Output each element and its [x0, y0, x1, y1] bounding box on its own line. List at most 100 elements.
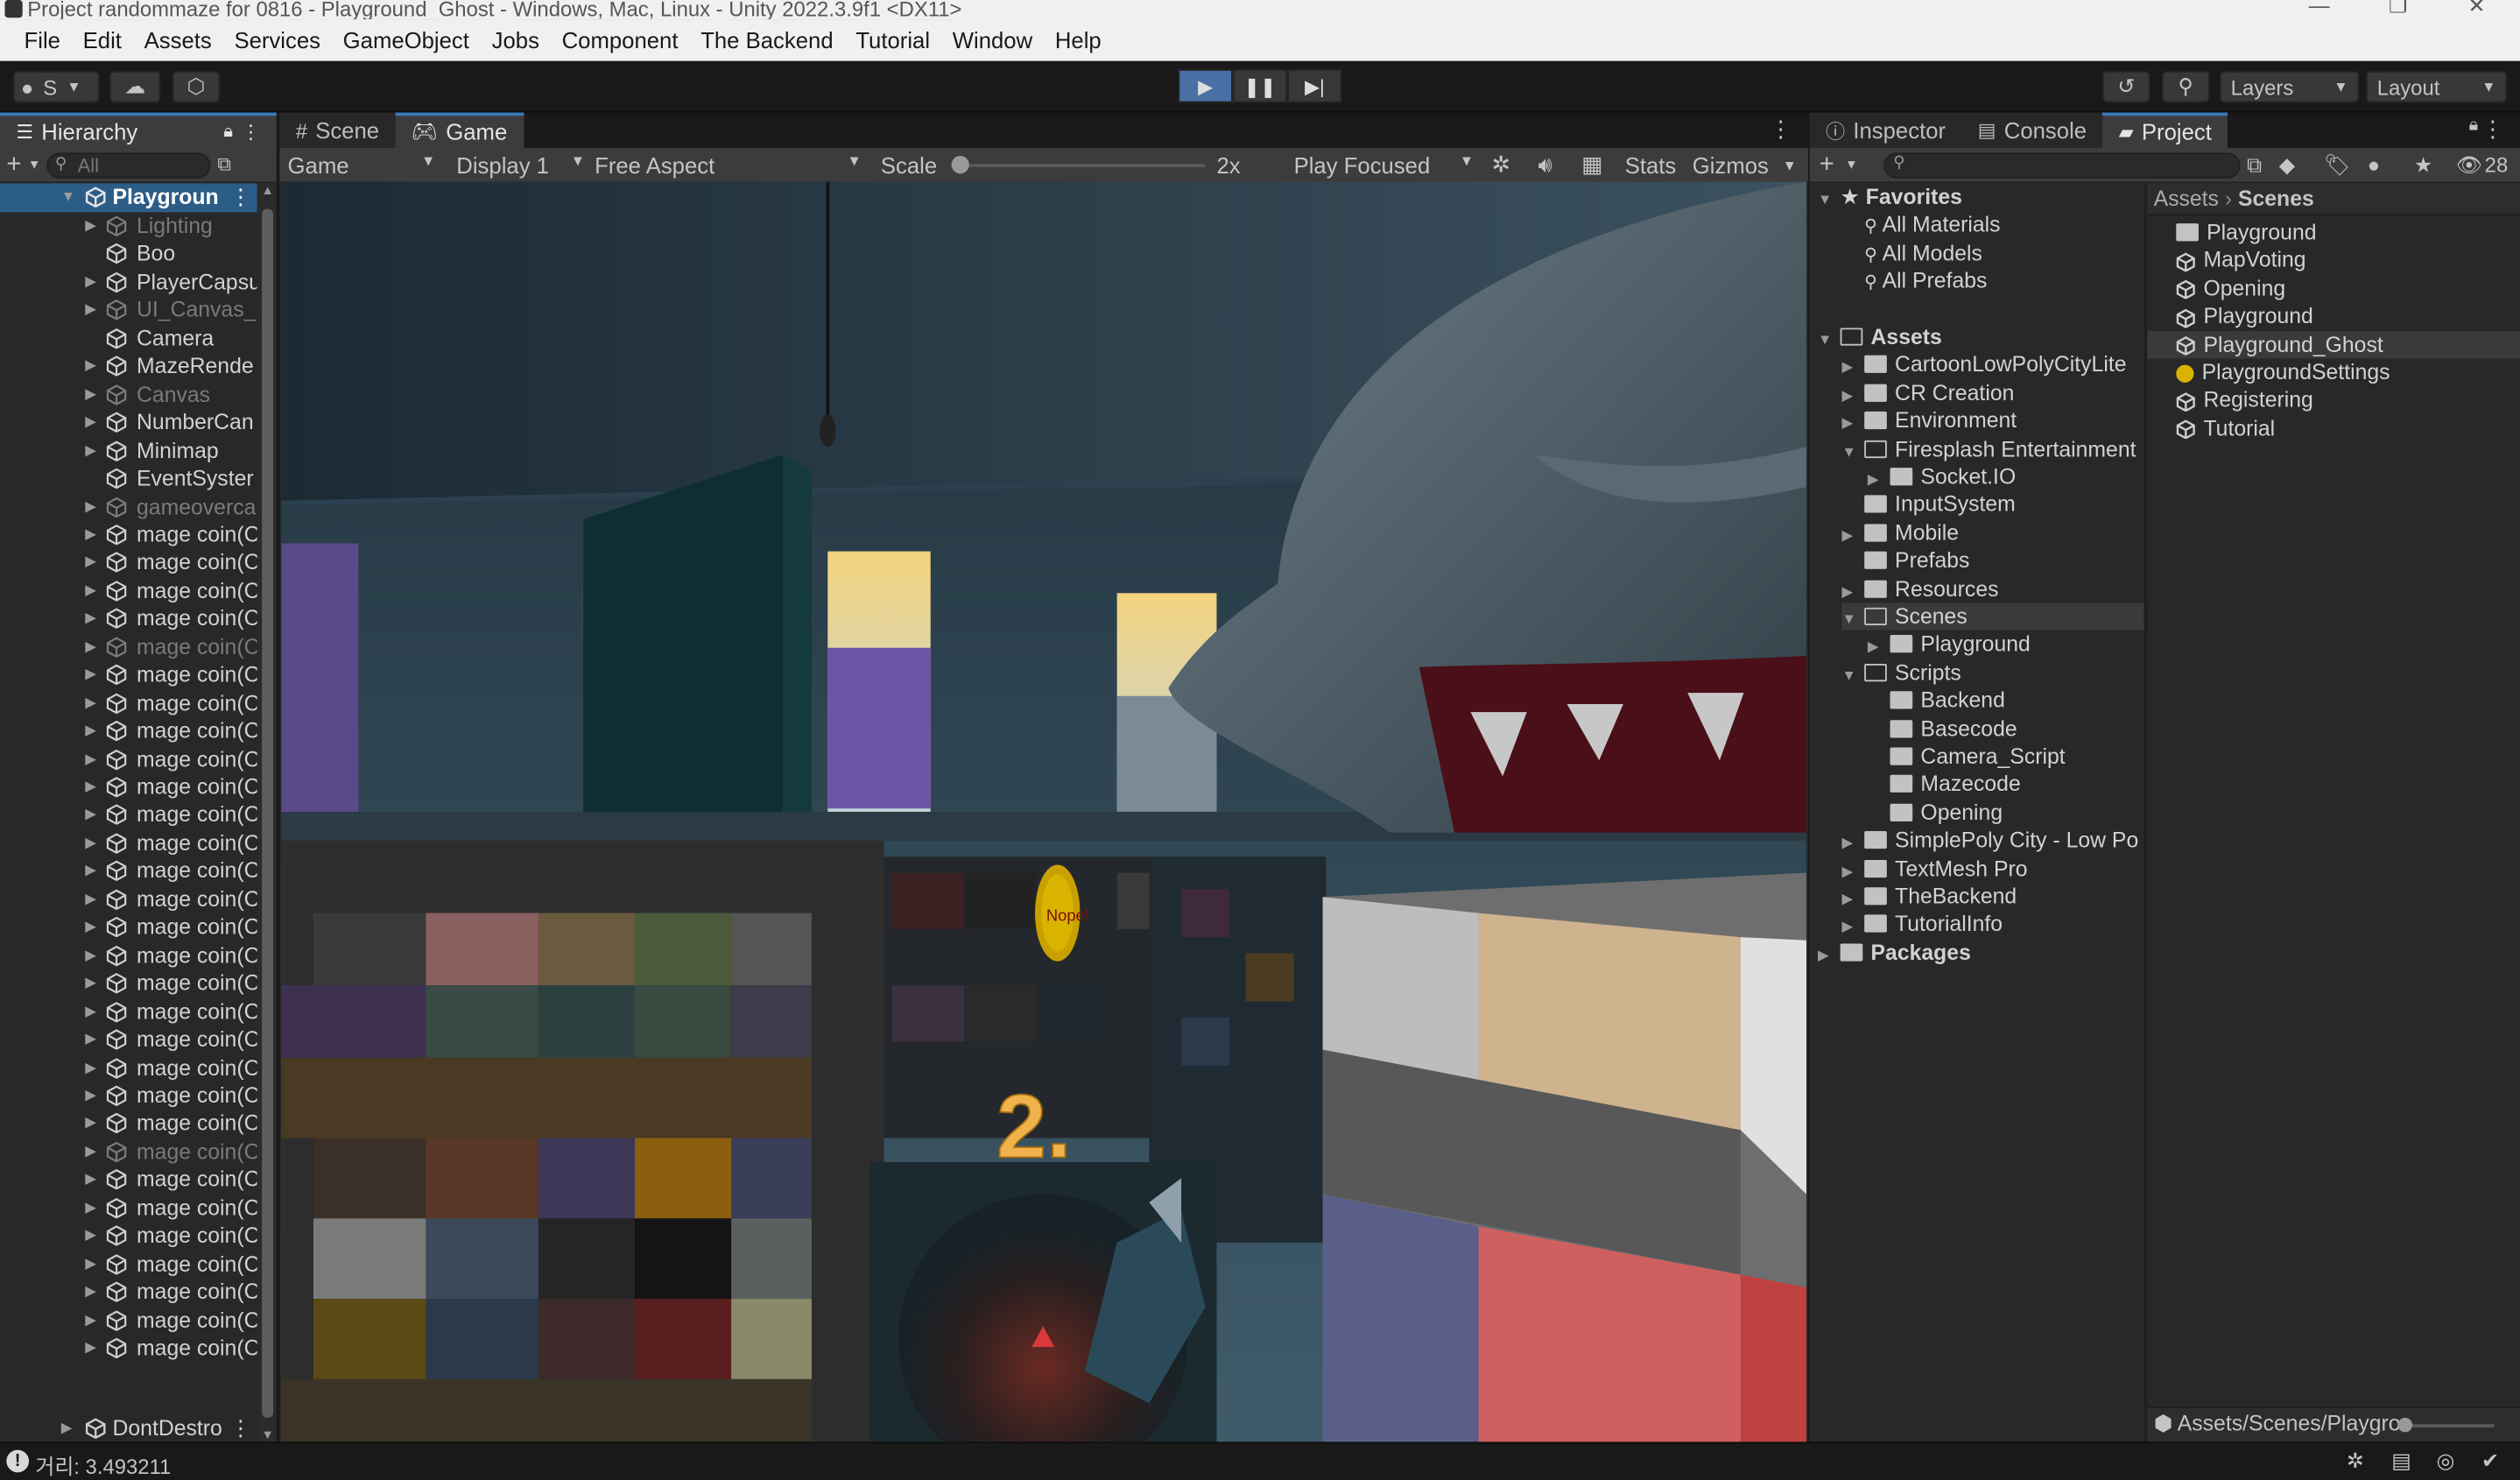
chevron-right-icon[interactable]: ▶ [85, 605, 96, 632]
hierarchy-item[interactable]: ▶ mage coin(C [0, 1222, 257, 1250]
more-options-icon[interactable]: ⋮ [1770, 116, 1792, 143]
hierarchy-item[interactable]: ▶ mage coin(C [0, 1334, 257, 1362]
hierarchy-item[interactable]: ▶ mage coin(C [0, 913, 257, 941]
scale-slider[interactable] [951, 156, 1206, 174]
favorites-header[interactable]: ▼ ★ Favorites [1818, 183, 1962, 211]
project-file-item[interactable]: Playground [2147, 219, 2520, 247]
hierarchy-item[interactable]: ▶ Lighting [0, 212, 257, 240]
hierarchy-item[interactable]: ▶ mage coin(C [0, 1054, 257, 1082]
hierarchy-item[interactable]: ▶ Minimap [0, 437, 257, 465]
bug-icon[interactable]: ✲ [1491, 152, 1510, 179]
menu-services[interactable]: Services [223, 27, 332, 53]
favorite-item[interactable]: ⚲ All Prefabs [1864, 267, 1987, 295]
chevron-right-icon[interactable]: ▶ [85, 1025, 96, 1053]
hierarchy-search-input[interactable]: ⚲ All [46, 152, 211, 178]
project-tree-item[interactable]: ▶ TutorialInfo [1841, 911, 2003, 939]
lock-icon[interactable]: 🔒︎ [2469, 116, 2479, 137]
hierarchy-item[interactable]: Camera [0, 324, 257, 352]
hierarchy-item[interactable]: ▶ mage coin(C [0, 1025, 257, 1054]
lock-icon[interactable]: 🔒︎ [223, 122, 233, 143]
filter-type-icon[interactable]: ◆ [2279, 152, 2295, 177]
chevron-right-icon[interactable]: ▶ [85, 521, 96, 548]
project-tree-item[interactable]: ▼ Firesplash Entertainment [1841, 435, 2136, 463]
scroll-down-icon[interactable]: ▼ [259, 1427, 277, 1442]
project-tree-item[interactable]: ▼ Scripts [1841, 659, 1960, 687]
star-icon[interactable]: ★ [2414, 152, 2432, 177]
chevron-right-icon[interactable]: ▶ [85, 493, 96, 520]
tab-scene[interactable]: # Scene [279, 112, 396, 148]
scene-visibility-icon[interactable]: ⧉ [217, 152, 231, 177]
gizmos-button[interactable]: Gizmos [1693, 152, 1769, 177]
chevron-right-icon[interactable]: ▶ [85, 1250, 96, 1277]
project-tree-item[interactable]: ▶ CR Creation [1841, 379, 2014, 407]
chevron-down-icon[interactable]: ▼ [28, 158, 41, 173]
search-button[interactable]: ⚲ [2161, 70, 2210, 103]
chevron-right-icon[interactable]: ▶ [85, 212, 96, 239]
menu-tutorial[interactable]: Tutorial [844, 27, 940, 53]
chevron-right-icon[interactable]: ▶ [85, 1306, 96, 1333]
more-options-icon[interactable]: ⋮ [229, 183, 251, 210]
aspect-dropdown[interactable]: Free Aspect ▼ [595, 152, 862, 177]
project-tree-item[interactable]: ▶ Playground [1868, 631, 2031, 659]
hierarchy-item[interactable]: ▶ mage coin(C [0, 1166, 257, 1194]
scrollbar-thumb[interactable] [262, 208, 274, 1418]
icon-size-slider[interactable] [2397, 1417, 2495, 1433]
chevron-down-icon[interactable]: ▼ [1845, 158, 1858, 173]
hierarchy-item[interactable]: ▶ mage coin(C [0, 745, 257, 773]
project-tree-item[interactable]: ▶ SimplePoly City - Low Po [1841, 827, 2138, 855]
chevron-down-icon[interactable]: ▼ [1841, 606, 1864, 633]
scale-slider-handle[interactable] [951, 156, 969, 174]
project-file-item[interactable]: Registering [2147, 386, 2520, 414]
chevron-right-icon[interactable]: ▶ [85, 1222, 96, 1249]
menu-help[interactable]: Help [1044, 27, 1113, 53]
layers-dropdown[interactable]: Layers ▼ [2219, 70, 2360, 103]
chevron-down-icon[interactable]: ▼ [1783, 157, 1797, 173]
hierarchy-item[interactable]: ▶ mage coin(C [0, 1194, 257, 1222]
account-dropdown[interactable]: ● S ▼ [12, 70, 100, 103]
hierarchy-item[interactable]: ▶ NumberCan [0, 408, 257, 436]
chevron-right-icon[interactable]: ▶ [85, 773, 96, 800]
menu-component[interactable]: Component [551, 27, 690, 53]
hierarchy-item[interactable]: ▶ mage coin(C [0, 521, 257, 549]
chevron-right-icon[interactable]: ▶ [85, 1194, 96, 1221]
layout-dropdown[interactable]: Layout ▼ [2365, 70, 2508, 103]
chevron-right-icon[interactable]: ▶ [85, 549, 96, 576]
chevron-right-icon[interactable]: ▶ [85, 437, 96, 464]
chevron-right-icon[interactable]: ▶ [85, 1334, 96, 1361]
tab-inspector[interactable]: ⓘ Inspector [1809, 112, 1962, 148]
pause-button[interactable]: ❚❚ [1232, 68, 1288, 103]
grid-icon[interactable]: ▦ [1581, 152, 1602, 179]
hierarchy-item[interactable]: ▶ mage coin(C [0, 549, 257, 577]
chevron-right-icon[interactable]: ▶ [85, 268, 96, 295]
status-message[interactable]: 거리: 3.493211 [35, 1450, 171, 1480]
project-tree-item[interactable]: Basecode [1868, 715, 2017, 743]
menu-assets[interactable]: Assets [133, 27, 223, 53]
hierarchy-item[interactable]: ▶ gameoverca [0, 493, 257, 521]
add-icon[interactable]: + [1820, 151, 1834, 180]
packages-root[interactable]: ▶ Packages [1818, 939, 1971, 967]
check-icon[interactable]: ✔ [2481, 1448, 2499, 1474]
hierarchy-item[interactable]: ▶ mage coin(C [0, 969, 257, 997]
chevron-down-icon[interactable]: ▼ [1818, 327, 1841, 354]
chevron-right-icon[interactable]: ▶ [85, 1138, 96, 1165]
hierarchy-item[interactable]: ▶ mage coin(C [0, 1250, 257, 1278]
cloud-button[interactable]: ☁ [109, 70, 161, 103]
scroll-up-icon[interactable]: ▲ [259, 183, 277, 198]
chevron-right-icon[interactable]: ▶ [1841, 885, 1864, 913]
stats-button[interactable]: Stats [1625, 152, 1677, 177]
chevron-right-icon[interactable]: ▶ [85, 296, 96, 323]
hierarchy-item[interactable]: ▶ mage coin(C [0, 941, 257, 969]
project-tree-item[interactable]: ▼ Scenes [1841, 603, 2144, 633]
more-options-icon[interactable]: ⋮ [241, 121, 260, 144]
menu-jobs[interactable]: Jobs [481, 27, 551, 53]
project-file-item[interactable]: Opening [2147, 274, 2520, 302]
chevron-right-icon[interactable]: ▶ [85, 408, 96, 435]
more-options-icon[interactable]: ⋮ [2481, 116, 2504, 143]
chevron-right-icon[interactable]: ▶ [85, 380, 96, 407]
chevron-right-icon[interactable]: ▶ [85, 801, 96, 828]
chevron-right-icon[interactable]: ▶ [1841, 857, 1864, 884]
menu-edit[interactable]: Edit [72, 27, 133, 53]
close-button[interactable]: ✕ [2453, 0, 2501, 16]
project-file-item[interactable]: PlaygroundSettings [2147, 358, 2520, 386]
package-icon[interactable]: ▤ [2391, 1448, 2411, 1474]
